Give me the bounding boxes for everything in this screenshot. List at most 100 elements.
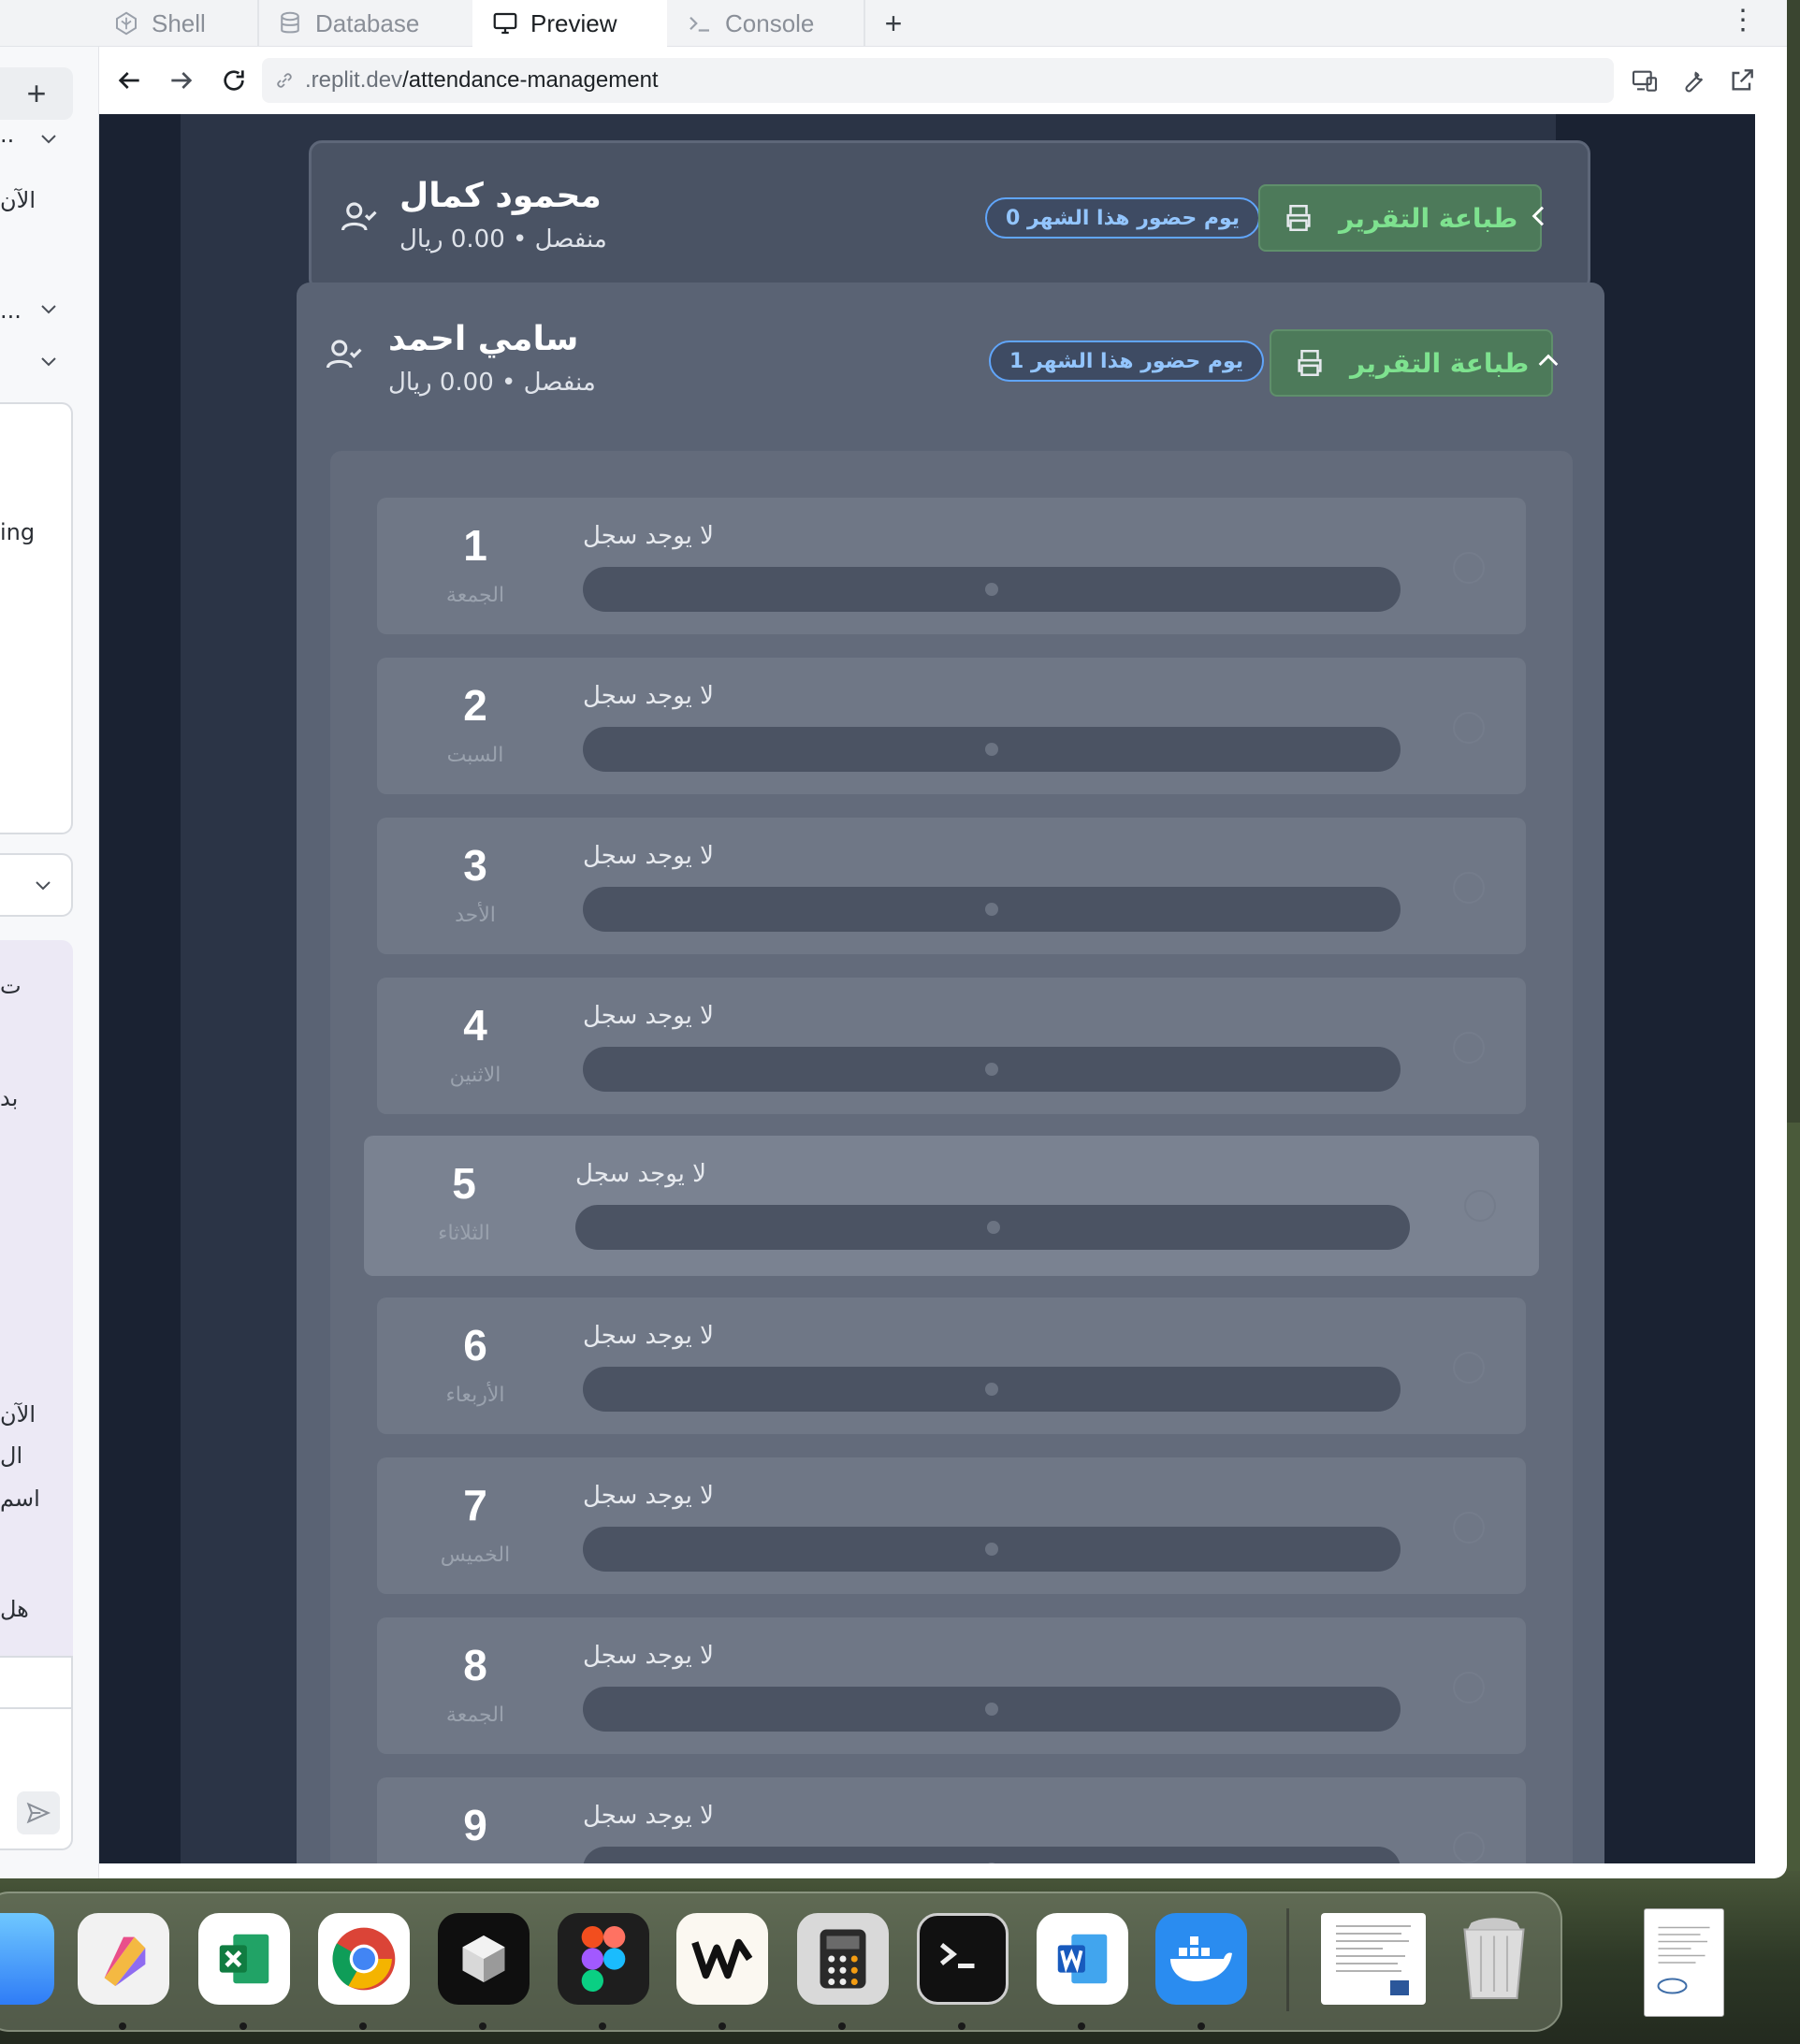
time-slider[interactable] [583, 887, 1401, 932]
external-link-icon[interactable] [1727, 65, 1757, 95]
send-button[interactable] [17, 1791, 60, 1834]
day-radio[interactable] [1453, 1032, 1485, 1064]
slider-handle[interactable] [985, 903, 998, 916]
time-slider[interactable] [583, 727, 1401, 772]
slider-handle[interactable] [985, 1703, 998, 1716]
trash-icon[interactable] [1448, 1913, 1540, 2005]
tab-console[interactable]: Console [667, 0, 864, 47]
day-radio[interactable] [1453, 712, 1485, 744]
employee-name: محمود كمال [399, 177, 602, 215]
print-report-button[interactable]: طباعة التقرير [1270, 329, 1554, 397]
day-row[interactable]: 4 الاثنين لا يوجد سجل [377, 978, 1526, 1114]
day-row[interactable]: 9 لا يوجد سجل [377, 1777, 1526, 1863]
excel-icon[interactable] [198, 1913, 290, 2005]
time-slider[interactable] [583, 1687, 1401, 1732]
cube-app-icon[interactable] [438, 1913, 530, 2005]
day-radio[interactable] [1453, 872, 1485, 904]
tab-divider [864, 0, 865, 47]
day-row[interactable]: 3 الأحد لا يوجد سجل [377, 818, 1526, 954]
sidebar-snippet: ing [0, 519, 36, 545]
day-name: الجمعة [445, 1703, 505, 1727]
finder-icon[interactable] [0, 1913, 54, 2005]
chevron-down-icon[interactable] [37, 127, 60, 150]
running-indicator [1078, 2022, 1085, 2030]
word-icon[interactable] [1037, 1913, 1128, 2005]
printer-icon [1298, 349, 1322, 377]
day-row[interactable]: 7 الخميس لا يوجد سجل [377, 1457, 1526, 1594]
chevron-down-icon[interactable] [37, 350, 60, 372]
time-slider[interactable] [575, 1205, 1410, 1250]
time-slider[interactable] [583, 1847, 1401, 1863]
reload-icon[interactable] [219, 65, 249, 95]
trash-glyph [1463, 1918, 1525, 2000]
chrome-glyph [332, 1927, 396, 1991]
running-indicator [719, 2022, 726, 2030]
running-indicator [119, 2022, 126, 2030]
link-icon [277, 73, 292, 88]
time-slider[interactable] [583, 1047, 1401, 1092]
add-tab-button[interactable]: + [879, 0, 907, 47]
url-domain: .replit.dev [305, 67, 403, 93]
url-bar[interactable]: .replit.dev/attendance-management [262, 58, 1614, 103]
pages-icon[interactable] [78, 1913, 169, 2005]
shell-icon [116, 11, 137, 36]
devices-icon[interactable] [1630, 65, 1660, 95]
day-radio[interactable] [1453, 1352, 1485, 1384]
running-indicator [479, 2022, 486, 2030]
url-path: /attendance-management [402, 67, 659, 93]
figma-icon[interactable] [558, 1913, 649, 2005]
notion-w-icon[interactable] [676, 1913, 768, 2005]
day-radio[interactable] [1453, 552, 1485, 584]
time-slider[interactable] [583, 567, 1401, 612]
day-row[interactable]: 1 الجمعة لا يوجد سجل [377, 498, 1526, 634]
running-indicator [1198, 2022, 1205, 2030]
chevron-up-icon[interactable] [1533, 346, 1563, 376]
chevron-left-icon[interactable] [1524, 201, 1554, 231]
calculator-glyph [820, 1929, 866, 1989]
slider-handle[interactable] [985, 1063, 998, 1076]
day-row[interactable]: 8 الجمعة لا يوجد سجل [377, 1617, 1526, 1754]
employee-subtitle: منفصل • 0.00 ريال [399, 225, 607, 254]
day-name: الأربعاء [445, 1384, 505, 1407]
time-slider[interactable] [583, 1367, 1401, 1412]
chevron-down-icon[interactable] [37, 297, 60, 320]
time-slider[interactable] [583, 1527, 1401, 1572]
day-row[interactable]: 6 الأربعاء لا يوجد سجل [377, 1297, 1526, 1434]
day-number: 1 [463, 521, 487, 570]
doc-lines-glyph [1336, 1925, 1411, 1995]
day-radio[interactable] [1453, 1672, 1485, 1703]
slider-handle[interactable] [985, 1383, 998, 1396]
back-arrow-icon[interactable] [114, 65, 144, 95]
new-chat-button[interactable]: + [0, 67, 73, 120]
calculator-icon[interactable] [797, 1913, 889, 2005]
forward-arrow-icon[interactable] [167, 65, 196, 95]
print-report-button[interactable]: طباعة التقرير [1258, 184, 1543, 252]
terminal-icon[interactable] [917, 1913, 1009, 2005]
day-radio[interactable] [1453, 1512, 1485, 1544]
slider-handle[interactable] [985, 1543, 998, 1556]
docker-icon[interactable] [1155, 1913, 1247, 2005]
wrench-icon[interactable] [1678, 65, 1708, 95]
document-thumbnail-icon[interactable] [1321, 1913, 1426, 2005]
document-thumbnail-icon[interactable] [1644, 1908, 1724, 2017]
slider-handle[interactable] [985, 743, 998, 756]
tab-label: Console [725, 8, 815, 37]
slider-handle[interactable] [985, 583, 998, 596]
running-indicator [958, 2022, 965, 2030]
day-radio[interactable] [1453, 1832, 1485, 1863]
employee-card[interactable]: محمود كمال منفصل • 0.00 ريال يوم حضور هذ… [309, 140, 1590, 292]
days-list: 1 الجمعة لا يوجد سجل 2 السبت لا يوجد سجل [330, 451, 1573, 1863]
employee-card-expanded: سامي احمد منفصل • 0.00 ريال يوم حضور هذا… [297, 283, 1604, 1863]
more-options-icon[interactable]: ⋮ [1729, 4, 1757, 36]
slider-handle[interactable] [987, 1221, 1000, 1234]
tab-preview[interactable]: Preview [472, 0, 667, 47]
chrome-icon[interactable] [318, 1913, 410, 2005]
tab-shell[interactable]: Shell [94, 0, 253, 47]
tab-database[interactable]: Database [257, 0, 472, 47]
printer-icon [1286, 204, 1311, 232]
day-status: لا يوجد سجل [583, 1322, 715, 1350]
day-radio[interactable] [1464, 1190, 1496, 1222]
day-row[interactable]: 2 السبت لا يوجد سجل [377, 658, 1526, 794]
day-row-hovered[interactable]: 5 الثلاثاء لا يوجد سجل [364, 1136, 1539, 1276]
monitor-icon [493, 12, 517, 35]
